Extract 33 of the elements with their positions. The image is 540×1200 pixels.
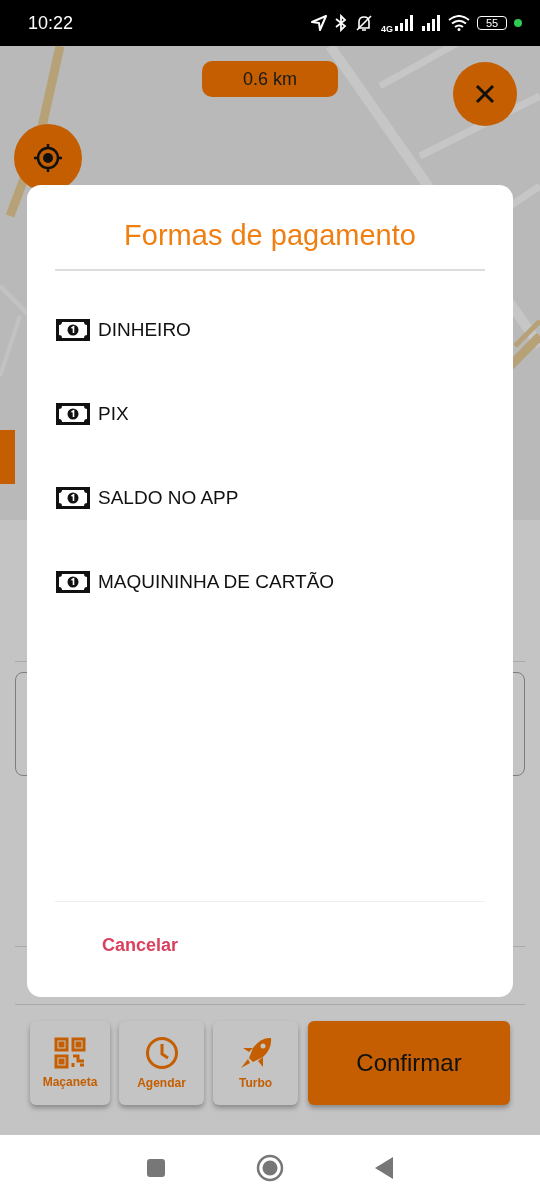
crosshair-icon <box>33 143 63 173</box>
confirm-button[interactable]: Confirmar <box>308 1021 510 1105</box>
qr-code-icon <box>54 1037 86 1069</box>
banknote-icon <box>55 317 91 342</box>
distance-badge: 0.6 km <box>202 61 338 97</box>
battery-indicator: 55 <box>477 16 507 30</box>
payment-option[interactable]: MAQUININHA DE CARTÃO <box>55 569 485 594</box>
muted-bell-icon <box>354 14 374 32</box>
close-icon <box>475 84 495 104</box>
cancel-button[interactable]: Cancelar <box>102 935 179 956</box>
dialog-title: Formas de pagamento <box>123 218 417 253</box>
network-type-label: 4G <box>381 24 393 34</box>
qr-button[interactable]: Maçaneta <box>30 1021 110 1105</box>
banknote-icon <box>55 569 91 594</box>
signal-icon <box>421 15 441 31</box>
home-icon[interactable] <box>256 1153 284 1182</box>
clock-time: 10:22 <box>28 12 74 34</box>
banknote-icon <box>55 485 91 510</box>
payment-option[interactable]: PIX <box>55 401 485 426</box>
rocket-icon <box>238 1036 273 1070</box>
payment-option[interactable]: SALDO NO APP <box>55 485 485 510</box>
turbo-button[interactable]: Turbo <box>213 1021 298 1105</box>
clock-icon <box>144 1036 179 1070</box>
recents-icon[interactable] <box>146 1157 166 1178</box>
signal-icon <box>394 15 414 31</box>
payment-option[interactable]: DINHEIRO <box>55 317 485 342</box>
bluetooth-icon <box>335 14 347 32</box>
schedule-button[interactable]: Agendar <box>119 1021 204 1105</box>
location-arrow-icon <box>310 14 328 32</box>
status-dot <box>514 19 522 27</box>
banknote-icon <box>55 401 91 426</box>
back-icon[interactable] <box>374 1155 394 1180</box>
wifi-icon <box>448 15 470 31</box>
